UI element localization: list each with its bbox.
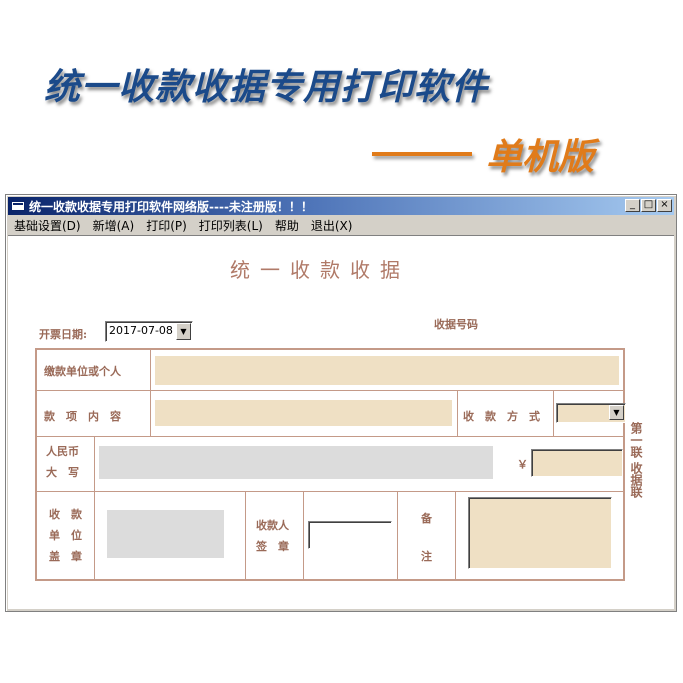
grid-line <box>94 436 95 581</box>
receipt-number-label: 收据号码 <box>434 318 478 331</box>
remark-label-2: 注 <box>421 550 432 563</box>
minimize-icon[interactable]: _ <box>625 199 640 212</box>
menu-new[interactable]: 新增(A) <box>87 217 141 234</box>
unit-label-1: 收 款 <box>49 508 82 521</box>
window-controls: _ □ × <box>625 199 672 212</box>
menu-print[interactable]: 打印(P) <box>140 217 193 234</box>
remark-input[interactable] <box>468 497 612 569</box>
payer-label: 缴款单位或个人 <box>44 365 121 378</box>
chevron-down-icon[interactable]: ▼ <box>176 323 191 340</box>
payment-method-label: 收 款 方 式 <box>463 410 540 423</box>
banner-subtitle: 单机版 <box>372 128 594 180</box>
payee-label-2: 签 章 <box>256 540 289 553</box>
date-value: 2017-07-08 <box>109 324 173 337</box>
menu-basic-settings[interactable]: 基础设置(D) <box>8 217 87 234</box>
window-title: 统一收款收据专用打印软件网络版----未注册版！！！ <box>29 199 313 214</box>
payee-label-1: 收款人 <box>256 519 289 532</box>
payment-method-select[interactable]: ▼ <box>556 403 626 423</box>
rmb-words-field <box>99 446 493 479</box>
maximize-icon[interactable]: □ <box>641 199 656 212</box>
receipt-form: 统一收款收据 开票日期: 2017-07-08 ▼ 收据号码 缴款单位或个人 款… <box>8 235 674 609</box>
grid-line <box>37 491 623 492</box>
grid-line <box>245 491 246 581</box>
yuan-symbol: ￥ <box>517 458 528 471</box>
date-label: 开票日期: <box>39 328 88 341</box>
content-label: 款 项 内 容 <box>44 410 121 423</box>
unit-label-3: 盖 章 <box>49 550 82 563</box>
menu-help[interactable]: 帮助 <box>269 217 305 234</box>
grid-line <box>37 436 623 437</box>
amount-input[interactable] <box>531 449 623 477</box>
banner-title: 统一收款收据专用打印软件 <box>44 66 489 108</box>
app-window: 统一收款收据专用打印软件网络版----未注册版！！！ _ □ × 基础设置(D)… <box>5 194 677 612</box>
menu-print-list[interactable]: 打印列表(L) <box>193 217 269 234</box>
chevron-down-icon[interactable]: ▼ <box>609 405 624 420</box>
banner-subtitle-text: 单机版 <box>486 136 595 178</box>
grid-line <box>397 491 398 581</box>
title-bar[interactable]: 统一收款收据专用打印软件网络版----未注册版！！！ _ □ × <box>8 197 674 215</box>
date-picker[interactable]: 2017-07-08 ▼ <box>105 321 193 342</box>
grid-line <box>37 390 623 391</box>
copy-label: 第一联 收据联 <box>629 422 643 499</box>
rmb-label: 人民币 <box>46 445 79 458</box>
rmb-label-2: 大 写 <box>46 466 79 479</box>
unit-stamp-area <box>107 510 224 558</box>
grid-line <box>457 390 458 436</box>
menu-exit[interactable]: 退出(X) <box>305 217 359 234</box>
content-input[interactable] <box>155 400 452 426</box>
payee-input[interactable] <box>308 521 392 549</box>
unit-label-2: 单 位 <box>49 529 82 542</box>
banner-dash <box>372 152 472 156</box>
app-icon <box>11 201 25 211</box>
receipt-title: 统一收款收据 <box>230 258 410 282</box>
menu-bar: 基础设置(D) 新增(A) 打印(P) 打印列表(L) 帮助 退出(X) <box>8 215 674 235</box>
payer-input[interactable] <box>155 356 619 385</box>
remark-label-1: 备 <box>421 512 432 525</box>
grid-line <box>553 390 554 436</box>
grid-line <box>303 491 304 581</box>
close-icon[interactable]: × <box>657 199 672 212</box>
grid-line <box>150 350 151 436</box>
receipt-grid: 缴款单位或个人 款 项 内 容 收 款 方 式 ▼ 人民币 大 写 ￥ 收 款 … <box>35 348 626 581</box>
grid-line <box>455 491 456 581</box>
